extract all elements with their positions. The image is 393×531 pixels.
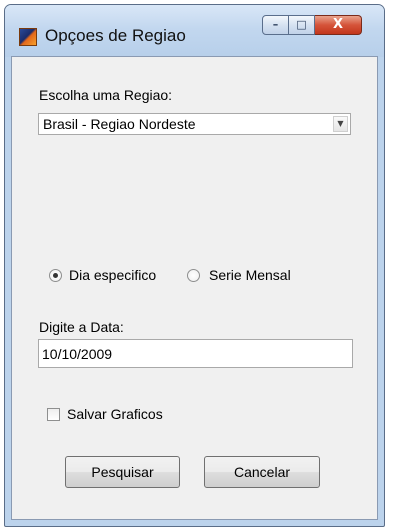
radio-dia-especifico[interactable] <box>49 269 62 282</box>
save-graphs-checkbox[interactable] <box>47 408 60 421</box>
radio-serie-mensal-label[interactable]: Serie Mensal <box>209 267 291 283</box>
search-button[interactable]: Pesquisar <box>65 456 180 488</box>
minimize-button[interactable]: – <box>262 15 289 35</box>
region-select[interactable]: Brasil - Regiao Nordeste ▼ <box>38 113 351 135</box>
radio-dia-especifico-label[interactable]: Dia especifico <box>69 267 156 283</box>
radio-serie-mensal[interactable] <box>187 269 200 282</box>
title-bar[interactable]: Opçoes de Regiao – □ X <box>5 5 384 57</box>
caption-buttons: – □ X <box>262 15 362 35</box>
date-input[interactable]: 10/10/2009 <box>38 339 353 368</box>
matlab-icon <box>19 28 37 46</box>
dialog-content: Escolha uma Regiao: Brasil - Regiao Nord… <box>11 56 378 520</box>
maximize-button[interactable]: □ <box>289 15 315 35</box>
screenshot: Opçoes de Regiao – □ X Escolha uma Regia… <box>0 0 393 531</box>
dialog-window: Opçoes de Regiao – □ X Escolha uma Regia… <box>4 4 385 527</box>
region-select-value: Brasil - Regiao Nordeste <box>43 116 196 132</box>
radio-selected-dot <box>53 273 58 278</box>
cancel-button[interactable]: Cancelar <box>204 456 320 488</box>
region-label: Escolha uma Regiao: <box>39 87 173 103</box>
close-button[interactable]: X <box>315 15 362 35</box>
chevron-down-icon[interactable]: ▼ <box>333 116 348 132</box>
window-title: Opçoes de Regiao <box>45 26 186 45</box>
save-graphs-label[interactable]: Salvar Graficos <box>67 406 163 422</box>
date-label: Digite a Data: <box>39 319 124 335</box>
date-input-value: 10/10/2009 <box>42 346 113 362</box>
